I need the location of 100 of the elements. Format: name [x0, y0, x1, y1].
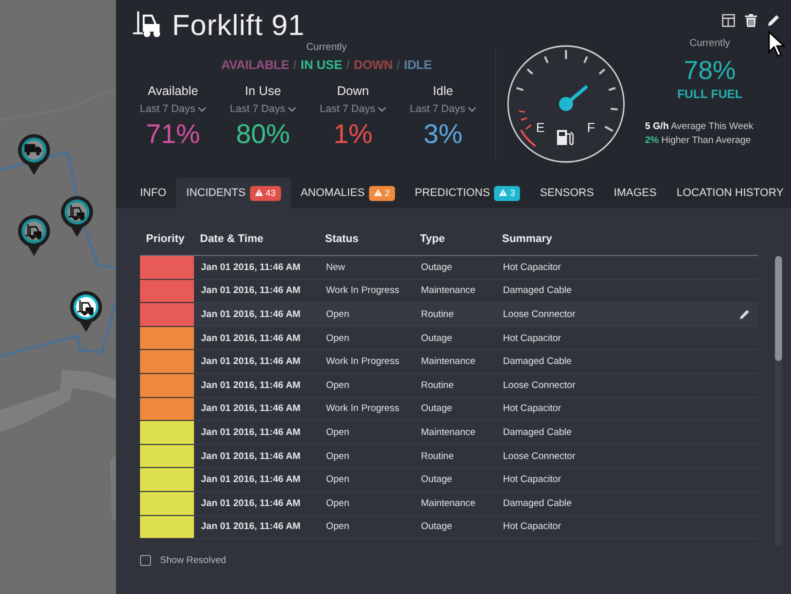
table-cell: Jan 01 2016, 11:46 AM — [194, 492, 319, 516]
range-dropdown[interactable]: Last 7 Days — [230, 103, 296, 115]
stat-label: Available — [148, 84, 198, 98]
table-cell: Outage — [414, 326, 496, 350]
tab[interactable]: SENSORS — [530, 178, 604, 208]
column-header: Date & Time — [194, 230, 319, 256]
table-cell: Routine — [414, 303, 496, 327]
table-cell: Jan 01 2016, 11:46 AM — [194, 516, 319, 540]
status-separator: / — [293, 58, 297, 72]
status-separator: / — [396, 58, 400, 72]
layout-icon[interactable] — [722, 14, 735, 26]
warning-icon — [498, 189, 507, 196]
table-row[interactable]: Jan 01 2016, 11:46 AM Open Maintenance Damaged Cable — [140, 421, 758, 445]
stat-value: 71% — [146, 119, 200, 150]
table-row[interactable]: Jan 01 2016, 11:46 AM Open Maintenance Damaged Cable — [140, 492, 758, 516]
scrollbar[interactable] — [775, 256, 782, 546]
table-cell: Open — [319, 444, 414, 468]
table-cell: Open — [319, 468, 414, 492]
table-cell: Jan 01 2016, 11:46 AM — [194, 444, 319, 468]
table-cell: Work In Progress — [319, 350, 414, 374]
table-cell: Jan 01 2016, 11:46 AM — [194, 303, 319, 327]
count-badge: 3 — [494, 186, 520, 200]
table-cell: Outage — [414, 256, 496, 280]
fuel-pump-icon — [557, 130, 574, 146]
stat-label: Down — [337, 84, 369, 98]
range-dropdown[interactable]: Last 7 Days — [140, 103, 206, 115]
table-cell: Loose Connector — [496, 303, 730, 327]
status-option: IDLE — [404, 58, 432, 72]
tab[interactable]: ANOMALIES 2 — [290, 178, 405, 208]
table-cell: Damaged Cable — [496, 492, 758, 516]
status-option: IN USE — [300, 58, 342, 72]
map-pin-icon[interactable] — [70, 291, 102, 333]
table-row[interactable]: Jan 01 2016, 11:46 AM New Outage Hot Capacitor — [140, 256, 758, 280]
table-cell: Outage — [414, 468, 496, 492]
fuel-value: 78% — [684, 55, 736, 86]
tab[interactable]: INCIDENTS 43 — [176, 178, 291, 208]
table-cell: Damaged Cable — [496, 421, 758, 445]
table-cell: Loose Connector — [496, 374, 758, 398]
table-row[interactable]: Jan 01 2016, 11:46 AM Open Outage Hot Capacitor — [140, 326, 758, 350]
table-row[interactable]: Jan 01 2016, 11:46 AM Work In Progress Outage Hot Capacitor — [140, 398, 758, 422]
column-header: Status — [319, 230, 414, 256]
table-row[interactable]: Jan 01 2016, 11:46 AM Work In Progress Maintenance Damaged Cable — [140, 350, 758, 374]
table-cell: Maintenance — [414, 492, 496, 516]
table-cell: Outage — [414, 516, 496, 540]
warning-icon — [374, 189, 382, 196]
table-cell: Jan 01 2016, 11:46 AM — [194, 326, 319, 350]
fuel-note: 2% Higher Than Average — [645, 135, 752, 146]
table-cell: Routine — [414, 374, 496, 398]
table-cell: Jan 01 2016, 11:46 AM — [194, 468, 319, 492]
table-row[interactable]: Jan 01 2016, 11:46 AM Open Outage Hot Capacitor — [140, 516, 758, 540]
count-badge: 43 — [250, 186, 281, 200]
tab[interactable]: PREDICTIONS 3 — [404, 178, 530, 208]
table-cell: Hot Capacitor — [496, 256, 758, 280]
table-cell: Open — [319, 374, 414, 398]
tab[interactable]: INFO — [130, 178, 176, 208]
table-cell: New — [319, 256, 414, 280]
range-dropdown[interactable]: Last 7 Days — [410, 103, 476, 115]
fuel-note: 5 G/h Average This Week — [645, 121, 754, 132]
empty-mark: E — [536, 120, 545, 135]
checkbox-label: Show Resolved — [160, 555, 226, 566]
table-cell: Open — [319, 303, 414, 327]
stat-value: 80% — [236, 119, 290, 150]
chevron-icon — [288, 107, 296, 112]
fuel-caption: Currently — [689, 38, 730, 49]
status-separator: / — [346, 58, 350, 72]
reserve-marks — [518, 110, 536, 147]
edit-icon — [738, 308, 750, 320]
checkbox[interactable] — [140, 555, 151, 566]
table-cell: Maintenance — [414, 350, 496, 374]
table-row[interactable]: Jan 01 2016, 11:46 AM Open Routine Loose Connector — [140, 374, 758, 398]
table-cell: Routine — [414, 444, 496, 468]
table-row[interactable]: Jan 01 2016, 11:46 AM Open Routine Loose Connector — [140, 444, 758, 468]
status-option: DOWN — [354, 58, 393, 72]
table-cell: Open — [319, 326, 414, 350]
table-cell: Open — [319, 516, 414, 540]
trash-icon[interactable] — [744, 14, 757, 26]
table-cell: Hot Capacitor — [496, 398, 758, 422]
table-cell: Hot Capacitor — [496, 516, 758, 540]
table-row[interactable]: Jan 01 2016, 11:46 AM Open Outage Hot Capacitor — [140, 468, 758, 492]
asset-title: Forklift 91 — [172, 10, 305, 42]
table-cell: Jan 01 2016, 11:46 AM — [194, 374, 319, 398]
table-cell: Hot Capacitor — [496, 468, 758, 492]
table-cell: Damaged Cable — [496, 350, 758, 374]
stat-label: Idle — [432, 84, 454, 98]
column-header: Summary — [496, 230, 730, 256]
tab[interactable]: IMAGES — [604, 178, 667, 208]
stat-value: 3% — [423, 119, 463, 150]
tab[interactable]: LOCATION HISTORY — [666, 178, 791, 208]
table-cell: Open — [319, 492, 414, 516]
column-header: Type — [414, 230, 496, 256]
chevron-icon — [468, 107, 476, 112]
table-row[interactable]: Jan 01 2016, 11:46 AM Open Routine Loose Connector — [140, 303, 758, 327]
chevron-icon — [198, 107, 206, 112]
stat-label: In Use — [244, 84, 282, 98]
stat-value: 1% — [333, 119, 373, 150]
range-dropdown[interactable]: Last 7 Days — [320, 103, 386, 115]
table-cell: Maintenance — [414, 421, 496, 445]
edit-icon[interactable] — [766, 14, 780, 26]
count-badge: 2 — [368, 186, 395, 200]
table-cell: Hot Capacitor — [496, 326, 758, 350]
